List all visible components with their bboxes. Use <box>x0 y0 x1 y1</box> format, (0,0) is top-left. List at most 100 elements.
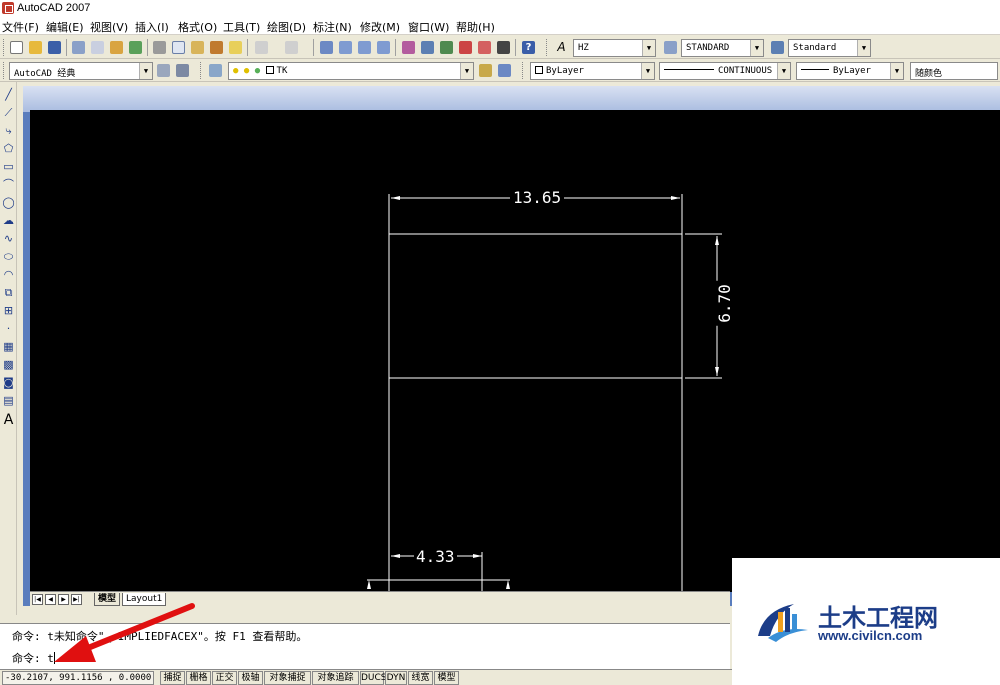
design-center-button[interactable] <box>419 39 436 56</box>
workspace-icon <box>176 64 189 77</box>
region-icon[interactable]: ◙ <box>2 376 15 389</box>
preview-icon <box>91 41 104 54</box>
construction-line-icon[interactable]: ⟋ <box>2 106 15 119</box>
lineweight-control-select[interactable]: ByLayer ▼ <box>796 62 904 80</box>
gradient-icon[interactable]: ▩ <box>2 358 15 371</box>
revision-cloud-icon[interactable]: ☁ <box>2 214 15 227</box>
calculator-button[interactable] <box>495 39 512 56</box>
insert-block-icon[interactable]: ⧉ <box>2 286 15 299</box>
menu-dimension[interactable]: 标注(N) <box>313 19 352 35</box>
new-file-button[interactable] <box>8 39 25 56</box>
table-style-icon <box>771 41 784 54</box>
menu-edit[interactable]: 编辑(E) <box>46 19 84 35</box>
table-style-select[interactable]: Standard ▼ <box>788 39 871 57</box>
drawing-canvas[interactable]: 13.65 6.70 4.33 <box>30 110 1000 592</box>
toolbar-separator <box>515 39 516 56</box>
ducs-toggle[interactable]: DUCS <box>360 671 387 685</box>
otrack-toggle[interactable]: 对象追踪 <box>312 671 359 685</box>
grid-toggle[interactable]: 栅格 <box>186 671 211 685</box>
layer-select[interactable]: ● ● ● TK ▼ <box>228 62 474 80</box>
open-file-button[interactable] <box>27 39 44 56</box>
text-style-select[interactable]: HZ ▼ <box>573 39 656 57</box>
hatch-icon[interactable]: ▦ <box>2 340 15 353</box>
color-control-select[interactable]: ByLayer ▼ <box>530 62 655 80</box>
table-style-button[interactable] <box>769 39 786 56</box>
copy-button[interactable] <box>170 39 187 56</box>
ortho-toggle[interactable]: 正交 <box>212 671 237 685</box>
match-properties-button[interactable] <box>208 39 225 56</box>
make-layer-current-button[interactable] <box>477 62 494 79</box>
toolbar-grip[interactable] <box>200 62 203 79</box>
help-button[interactable]: ? <box>520 39 537 56</box>
properties-button[interactable] <box>400 39 417 56</box>
zoom-previous-button[interactable] <box>375 39 392 56</box>
block-editor-button[interactable] <box>227 39 244 56</box>
menu-format[interactable]: 格式(O) <box>178 19 217 35</box>
save-button[interactable] <box>46 39 63 56</box>
tool-palettes-button[interactable] <box>438 39 455 56</box>
menu-tools[interactable]: 工具(T) <box>223 19 260 35</box>
dim-style-select[interactable]: STANDARD ▼ <box>681 39 764 57</box>
toolbar-separator <box>247 39 248 56</box>
menu-window[interactable]: 窗口(W) <box>408 19 449 35</box>
toolbar-grip[interactable] <box>3 39 6 56</box>
zoom-window-button[interactable] <box>356 39 373 56</box>
workspace-select[interactable]: AutoCAD 经典 ▼ <box>9 62 153 80</box>
menu-file[interactable]: 文件(F) <box>2 19 39 35</box>
plot-button[interactable] <box>70 39 87 56</box>
3d-dwf-button[interactable] <box>127 39 144 56</box>
polyline-icon[interactable]: ⤷ <box>2 124 15 137</box>
layer-manager-button[interactable] <box>207 62 224 79</box>
snap-toggle[interactable]: 捕捉 <box>160 671 185 685</box>
rectangle-icon[interactable]: ▭ <box>2 160 15 173</box>
layer-previous-button[interactable] <box>496 62 513 79</box>
toolbar-grip[interactable] <box>546 39 549 56</box>
lineweight-preview <box>801 69 829 70</box>
cut-button[interactable] <box>151 39 168 56</box>
menu-draw[interactable]: 绘图(D) <box>267 19 306 35</box>
redo-button[interactable] <box>283 39 300 56</box>
menu-insert[interactable]: 插入(I) <box>135 19 169 35</box>
toolbar-grip[interactable] <box>3 62 6 79</box>
redo-icon <box>285 41 298 54</box>
polar-toggle[interactable]: 极轴 <box>238 671 263 685</box>
watermark-url: www.civilcn.com <box>818 628 923 643</box>
my-workspace-button[interactable] <box>174 62 191 79</box>
table-icon[interactable]: ▤ <box>2 394 15 407</box>
menu-modify[interactable]: 修改(M) <box>360 19 400 35</box>
make-block-icon[interactable]: ⊞ <box>2 304 15 317</box>
chevron-down-icon: ▼ <box>139 63 152 79</box>
toolbar-grip[interactable] <box>522 62 525 79</box>
undo-button[interactable] <box>253 39 270 56</box>
markup-button[interactable] <box>476 39 493 56</box>
arc-icon[interactable]: ⌒ <box>2 178 15 191</box>
zoom-icon <box>339 41 352 54</box>
sheet-set-button[interactable] <box>457 39 474 56</box>
menu-view[interactable]: 视图(V) <box>90 19 128 35</box>
multiline-text-icon[interactable]: A <box>2 413 15 427</box>
polygon-icon[interactable]: ⬠ <box>2 142 15 155</box>
linetype-control-select[interactable]: CONTINUOUS ▼ <box>659 62 791 80</box>
ellipse-icon[interactable]: ⬭ <box>2 250 15 263</box>
text-style-button[interactable]: A <box>553 39 570 56</box>
pan-button[interactable] <box>318 39 335 56</box>
dim-style-button[interactable] <box>662 39 679 56</box>
spline-icon[interactable]: ∿ <box>2 232 15 245</box>
circle-icon[interactable]: ◯ <box>2 196 15 209</box>
line-tool-icon[interactable]: ╱ <box>2 88 15 101</box>
osnap-toggle[interactable]: 对象捕捉 <box>264 671 311 685</box>
zoom-realtime-button[interactable] <box>337 39 354 56</box>
plot-style-select[interactable]: 随颜色 <box>910 62 998 80</box>
workspace-settings-button[interactable] <box>155 62 172 79</box>
ellipse-arc-icon[interactable]: ◠ <box>2 268 15 281</box>
publish-button[interactable] <box>108 39 125 56</box>
layers-icon <box>209 64 222 77</box>
model-space-toggle[interactable]: 模型 <box>434 671 459 685</box>
menu-help[interactable]: 帮助(H) <box>456 19 495 35</box>
paste-button[interactable] <box>189 39 206 56</box>
sun-icon: ● <box>243 66 250 76</box>
point-icon[interactable]: · <box>2 322 15 335</box>
dyn-toggle[interactable]: DYN <box>385 671 407 685</box>
lineweight-toggle[interactable]: 线宽 <box>408 671 433 685</box>
plot-preview-button[interactable] <box>89 39 106 56</box>
